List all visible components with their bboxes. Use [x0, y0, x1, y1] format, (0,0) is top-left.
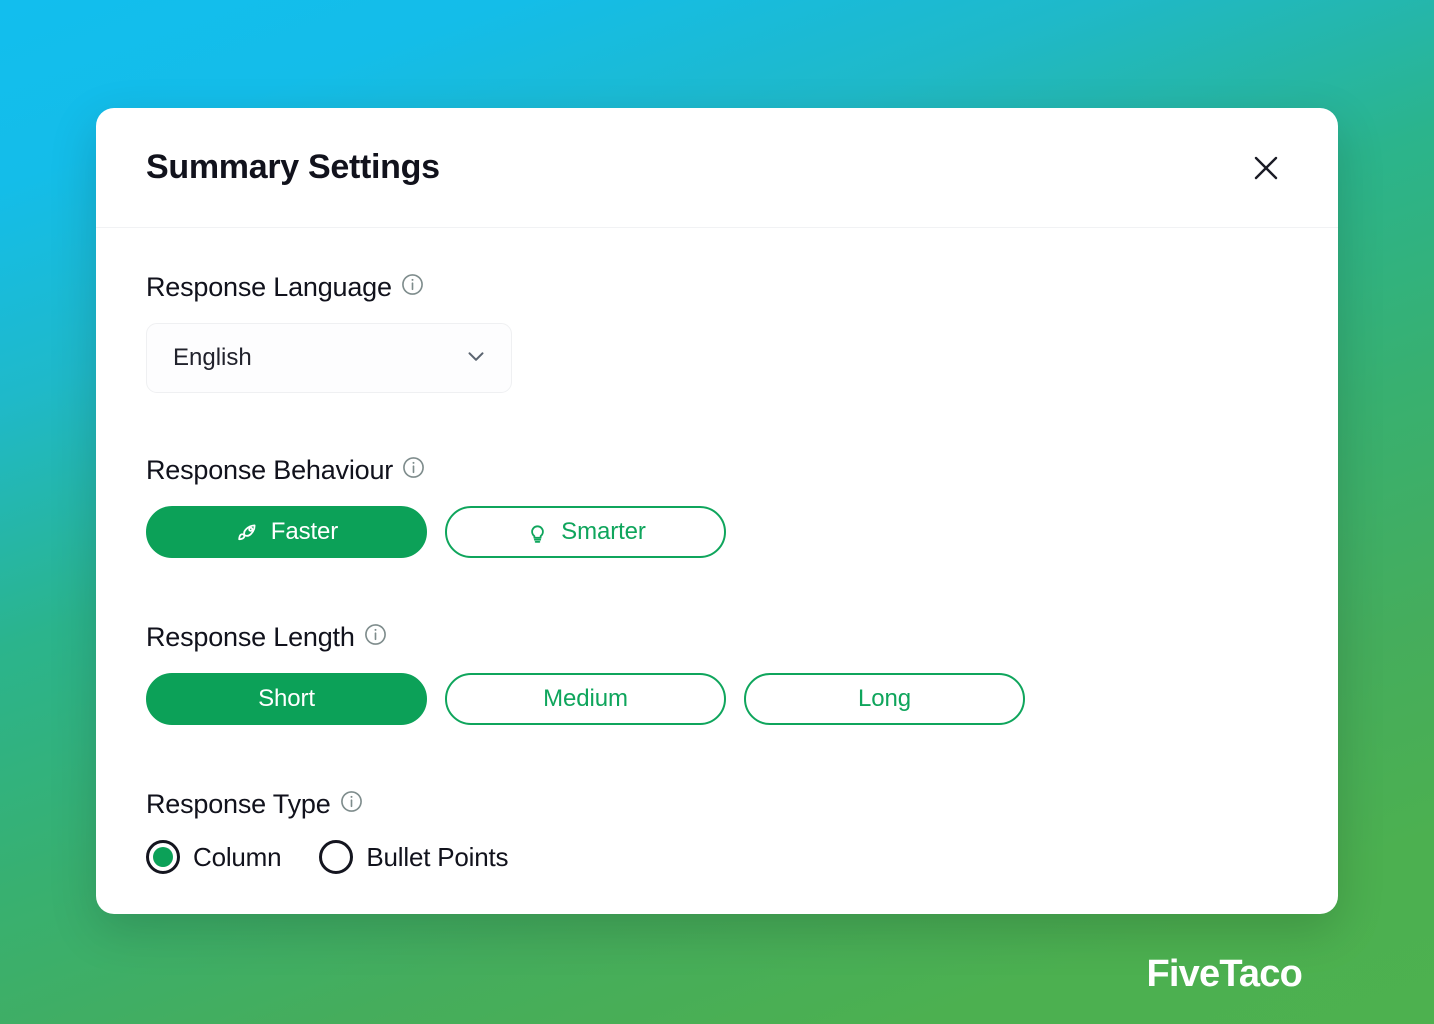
response-behaviour-options: Faster Smarter [146, 506, 1288, 558]
info-icon[interactable] [401, 272, 424, 303]
label-response-language-text: Response Language [146, 272, 392, 302]
summary-settings-modal: Summary Settings Response Language Engli… [96, 108, 1338, 914]
type-option-bullet-points[interactable]: Bullet Points [319, 840, 509, 874]
info-icon[interactable] [340, 789, 363, 820]
brand-logo: FiveTaco [1146, 953, 1302, 995]
modal-header: Summary Settings [96, 108, 1338, 228]
length-option-long[interactable]: Long [744, 673, 1025, 725]
rocket-icon [235, 520, 260, 545]
length-option-long-label: Long [858, 685, 911, 712]
info-icon[interactable] [364, 622, 387, 653]
length-option-short[interactable]: Short [146, 673, 427, 725]
chevron-down-icon [463, 343, 489, 374]
radio-unselected-icon [319, 840, 354, 874]
lightbulb-icon [525, 520, 550, 545]
behaviour-option-faster[interactable]: Faster [146, 506, 427, 558]
section-response-length: Response Length Short Medium Long [146, 622, 1288, 725]
type-option-bullet-points-label: Bullet Points [366, 841, 509, 872]
length-option-short-label: Short [258, 685, 315, 712]
behaviour-option-smarter-label: Smarter [561, 518, 646, 545]
page-title: Summary Settings [146, 148, 440, 186]
response-language-value: English [173, 344, 252, 371]
label-response-behaviour-text: Response Behaviour [146, 455, 394, 485]
length-option-medium[interactable]: Medium [445, 673, 726, 725]
label-response-type-text: Response Type [146, 789, 331, 819]
response-type-options: Column Bullet Points [146, 840, 1288, 874]
label-response-length: Response Length [146, 622, 1288, 653]
label-response-behaviour: Response Behaviour [146, 455, 1288, 486]
close-icon [1252, 154, 1280, 182]
label-response-type: Response Type [146, 789, 1288, 820]
behaviour-option-smarter[interactable]: Smarter [445, 506, 726, 558]
modal-body: Response Language English Response Behav… [96, 228, 1338, 874]
response-length-options: Short Medium Long [146, 673, 1288, 725]
radio-selected-icon [146, 840, 180, 874]
section-response-type: Response Type Column Bullet Points [146, 789, 1288, 874]
label-response-language: Response Language [146, 272, 1288, 303]
label-response-length-text: Response Length [146, 622, 355, 652]
response-language-select[interactable]: English [146, 323, 512, 393]
close-button[interactable] [1244, 146, 1288, 190]
length-option-medium-label: Medium [543, 685, 628, 712]
section-response-language: Response Language English [146, 272, 1288, 393]
info-icon[interactable] [402, 455, 425, 486]
behaviour-option-faster-label: Faster [270, 518, 339, 545]
section-response-behaviour: Response Behaviour Faster Smarter [146, 455, 1288, 558]
type-option-column-label: Column [193, 841, 282, 872]
type-option-column[interactable]: Column [146, 840, 282, 874]
